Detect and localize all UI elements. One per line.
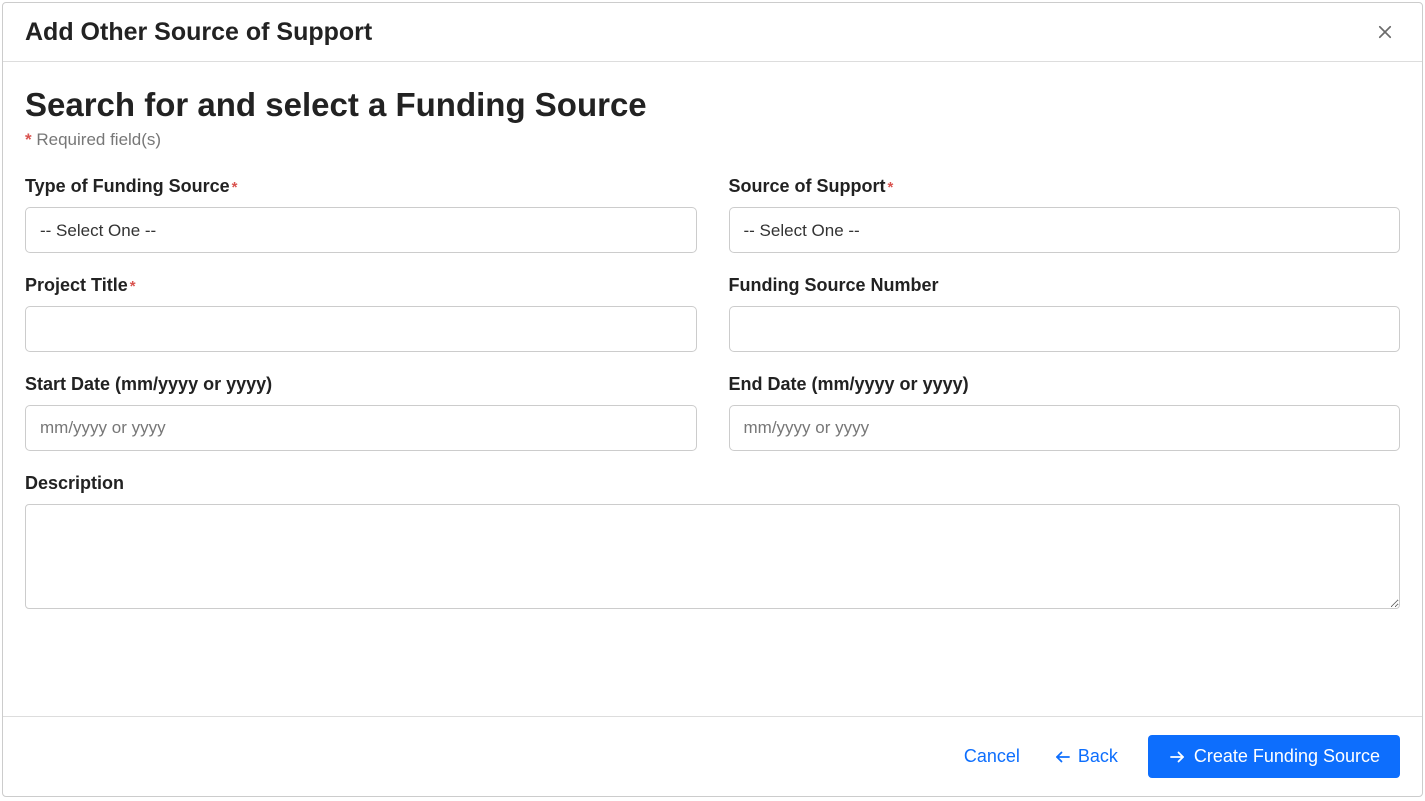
field-start-date: Start Date (mm/yyyy or yyyy) (25, 374, 697, 451)
input-start-date[interactable] (25, 405, 697, 451)
input-project-title[interactable] (25, 306, 697, 352)
field-project-title: Project Title* (25, 275, 697, 352)
input-funding-source-number[interactable] (729, 306, 1401, 352)
required-asterisk-icon: * (130, 278, 136, 295)
section-heading: Search for and select a Funding Source (25, 86, 1400, 124)
asterisk-icon: * (25, 130, 32, 149)
label-description: Description (25, 473, 1400, 494)
field-funding-source-number: Funding Source Number (729, 275, 1401, 352)
field-end-date: End Date (mm/yyyy or yyyy) (729, 374, 1401, 451)
required-fields-note: * Required field(s) (25, 130, 1400, 150)
back-button[interactable]: Back (1050, 740, 1122, 773)
close-button[interactable] (1370, 17, 1400, 47)
modal-body: Search for and select a Funding Source *… (3, 62, 1422, 716)
required-asterisk-icon: * (232, 179, 238, 196)
label-funding-source-number: Funding Source Number (729, 275, 1401, 296)
modal-header: Add Other Source of Support (3, 3, 1422, 62)
cancel-button[interactable]: Cancel (960, 740, 1024, 773)
field-type-of-funding-source: Type of Funding Source* -- Select One -- (25, 176, 697, 253)
label-source-of-support: Source of Support* (729, 176, 1401, 197)
create-funding-source-button[interactable]: Create Funding Source (1148, 735, 1400, 778)
arrow-right-icon (1168, 748, 1186, 766)
close-icon (1376, 23, 1394, 41)
field-description: Description (25, 473, 1400, 609)
form-grid: Type of Funding Source* -- Select One --… (25, 176, 1400, 609)
select-source-of-support[interactable]: -- Select One -- (729, 207, 1401, 253)
textarea-description[interactable] (25, 504, 1400, 609)
field-source-of-support: Source of Support* -- Select One -- (729, 176, 1401, 253)
label-type-of-funding-source: Type of Funding Source* (25, 176, 697, 197)
modal-dialog: Add Other Source of Support Search for a… (2, 2, 1423, 797)
required-fields-text: Required field(s) (36, 130, 161, 149)
label-end-date: End Date (mm/yyyy or yyyy) (729, 374, 1401, 395)
label-project-title: Project Title* (25, 275, 697, 296)
modal-footer: Cancel Back Create Funding Source (3, 716, 1422, 796)
select-type-of-funding-source[interactable]: -- Select One -- (25, 207, 697, 253)
input-end-date[interactable] (729, 405, 1401, 451)
required-asterisk-icon: * (888, 179, 894, 196)
arrow-left-icon (1054, 748, 1072, 766)
label-start-date: Start Date (mm/yyyy or yyyy) (25, 374, 697, 395)
modal-title: Add Other Source of Support (25, 18, 372, 47)
